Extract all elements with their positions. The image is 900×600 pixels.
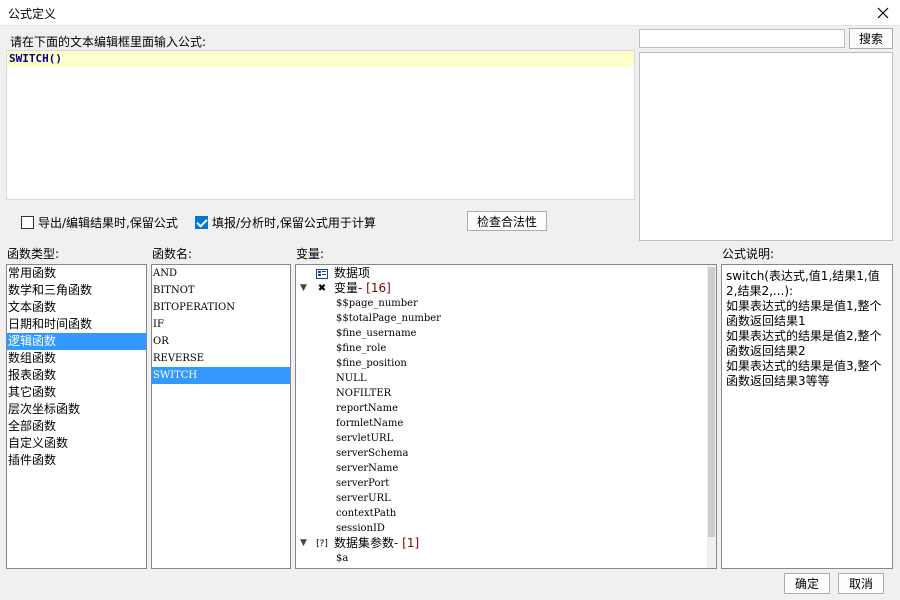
description-body: switch(表达式,值1,结果1,值2,结果2,...): 如果表达式的结果是值… (722, 265, 892, 393)
formula-text[interactable]: SWITCH() (9, 52, 62, 65)
variable-item[interactable]: serverName (296, 461, 716, 476)
func-type-item[interactable]: 层次坐标函数 (7, 401, 146, 418)
variable-item[interactable]: contextPath (296, 506, 716, 521)
variables-label: 变量: (296, 247, 325, 261)
cancel-button[interactable]: 取消 (838, 573, 884, 594)
window-title: 公式定义 (8, 7, 57, 21)
func-type-item[interactable]: 全部函数 (7, 418, 146, 435)
variable-item[interactable]: NULL (296, 371, 716, 386)
variable-item[interactable]: serverPort (296, 476, 716, 491)
func-type-list[interactable]: 常用函数 数学和三角函数 文本函数 日期和时间函数 逻辑函数 数组函数 报表函数 其它函数 层次… (6, 264, 147, 569)
description-label: 公式说明: (722, 247, 775, 261)
description-panel: switch(表达式,值1,结果1,值2,结果2,...): 如果表达式的结果是值… (721, 264, 893, 569)
editor-current-line (7, 51, 634, 67)
tree-node-data-item[interactable]: 数据项 (296, 266, 716, 281)
export-keep-formula-label: 导出/编辑结果时,保留公式 (38, 216, 178, 230)
func-type-item[interactable]: 逻辑函数 (7, 333, 146, 350)
func-name-item[interactable]: SWITCH (152, 367, 290, 384)
variable-item[interactable]: formletName (296, 416, 716, 431)
variable-item[interactable]: $fine_role (296, 341, 716, 356)
dataset-group-count: - [1] (394, 536, 420, 550)
variable-item[interactable]: NOFILTER (296, 386, 716, 401)
func-name-item[interactable]: BITNOT (152, 282, 290, 299)
description-line: 如果表达式的结果是值2,整个函数返回结果2 (726, 329, 882, 358)
search-input[interactable] (639, 29, 845, 48)
variable-item[interactable]: sessionID (296, 521, 716, 536)
description-line: 如果表达式的结果是值1,整个函数返回结果1 (726, 299, 882, 328)
func-type-item[interactable]: 数组函数 (7, 350, 146, 367)
func-name-item[interactable]: OR (152, 333, 290, 350)
variable-item[interactable]: serverSchema (296, 446, 716, 461)
export-keep-formula-checkbox[interactable] (21, 216, 34, 229)
expand-toggle-icon[interactable]: ▼ (300, 281, 307, 296)
variable-item[interactable]: $$page_number (296, 296, 716, 311)
export-keep-formula-option[interactable]: 导出/编辑结果时,保留公式 (21, 214, 178, 231)
func-type-item[interactable]: 文本函数 (7, 299, 146, 316)
func-name-list[interactable]: AND BITNOT BITOPERATION IF OR REVERSE SWITCH (151, 264, 291, 569)
variable-item[interactable]: $$totalPage_number (296, 311, 716, 326)
func-type-item[interactable]: 数学和三角函数 (7, 282, 146, 299)
close-button[interactable] (866, 0, 900, 26)
variable-group-count: - [16] (358, 281, 391, 295)
dataset-group-label: 数据集参数 (334, 536, 395, 550)
func-name-item[interactable]: REVERSE (152, 350, 290, 367)
variable-item[interactable]: $fine_username (296, 326, 716, 341)
fill-keep-formula-option[interactable]: 填报/分析时,保留公式用于计算 (195, 214, 376, 231)
formula-editor[interactable]: SWITCH() (6, 50, 635, 200)
func-type-item[interactable]: 常用函数 (7, 265, 146, 282)
close-icon (877, 7, 889, 19)
func-name-item[interactable]: BITOPERATION (152, 299, 290, 316)
variable-icon: ✖ (317, 282, 327, 294)
func-type-item[interactable]: 插件函数 (7, 452, 146, 469)
description-line: switch(表达式,值1,结果1,值2,结果2,...): (726, 269, 880, 298)
func-type-item[interactable]: 报表函数 (7, 367, 146, 384)
tree-node-variables[interactable]: ▼ ✖ 变量 - [16] (296, 281, 716, 296)
variable-item[interactable]: servletURL (296, 431, 716, 446)
data-item-icon (316, 268, 328, 280)
check-validity-button[interactable]: 检查合法性 (467, 211, 547, 231)
fill-keep-formula-checkbox[interactable] (195, 216, 208, 229)
variable-item[interactable]: reportName (296, 401, 716, 416)
variables-tree[interactable]: 数据项 ▼ ✖ 变量 - [16] $$page_number $$totalPa… (295, 264, 717, 569)
fill-keep-formula-label: 填报/分析时,保留公式用于计算 (212, 216, 376, 230)
scrollbar-thumb[interactable] (708, 267, 715, 537)
dataset-param-icon: [?] (316, 538, 328, 549)
search-button[interactable]: 搜索 (849, 28, 893, 49)
expand-toggle-icon[interactable]: ▼ (300, 536, 307, 551)
func-name-label: 函数名: (152, 247, 193, 261)
func-type-label: 函数类型: (7, 247, 60, 261)
title-bar: 公式定义 (0, 0, 900, 26)
variables-scrollbar[interactable] (707, 265, 716, 568)
func-name-item[interactable]: IF (152, 316, 290, 333)
editor-prompt: 请在下面的文本编辑框里面输入公式: (10, 35, 207, 49)
variable-item[interactable]: $fine_position (296, 356, 716, 371)
func-name-item[interactable]: AND (152, 265, 290, 282)
func-type-item[interactable]: 其它函数 (7, 384, 146, 401)
variable-item[interactable]: serverURL (296, 491, 716, 506)
search-results-panel[interactable] (639, 52, 893, 241)
func-type-item[interactable]: 日期和时间函数 (7, 316, 146, 333)
ok-button[interactable]: 确定 (784, 573, 830, 594)
variable-group-label: 变量 (334, 281, 359, 295)
func-type-item[interactable]: 自定义函数 (7, 435, 146, 452)
data-item-label: 数据项 (334, 266, 371, 280)
dataset-param-item[interactable]: $a (296, 551, 716, 566)
tree-node-dataset-params[interactable]: ▼ [?] 数据集参数 - [1] (296, 536, 716, 551)
description-line: 如果表达式的结果是值3,整个函数返回结果3等等 (726, 359, 882, 388)
